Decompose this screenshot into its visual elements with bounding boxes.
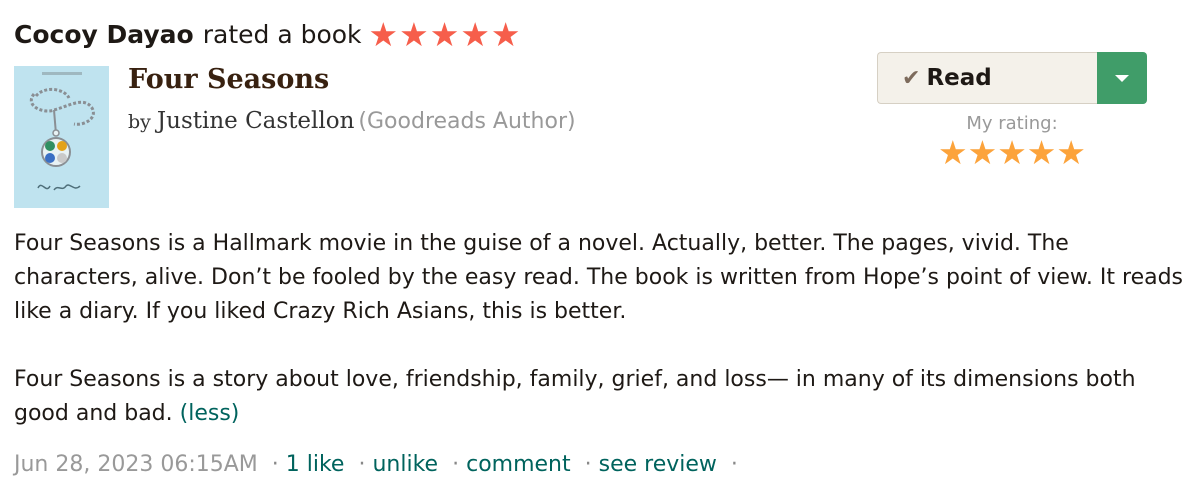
star-icon[interactable]: ★ [997, 136, 1027, 169]
star-icon[interactable]: ★ [1027, 136, 1057, 169]
separator-dot: · [584, 452, 592, 477]
review-paragraph: Four Seasons is a Hallmark movie in the … [14, 231, 1184, 324]
shelf-button-group: ✔ Read [877, 52, 1147, 104]
star-icon[interactable]: ★ [938, 136, 968, 169]
my-rating-stars: ★ ★ ★ ★ ★ [877, 136, 1147, 169]
star-icon: ★ [399, 14, 429, 54]
separator-dot: · [271, 452, 279, 477]
star-icon[interactable]: ★ [968, 136, 998, 169]
author-role-tag: (Goodreads Author) [358, 109, 576, 134]
unlike-link[interactable]: unlike [372, 452, 438, 477]
caret-down-icon [1115, 74, 1129, 82]
star-icon[interactable]: ★ [1056, 136, 1086, 169]
activity-star-rating: ★ ★ ★ ★ ★ [369, 18, 521, 51]
activity-action-text: rated a book [202, 19, 362, 49]
shelf-dropdown-button[interactable] [1097, 52, 1147, 104]
see-review-link[interactable]: see review [599, 452, 717, 477]
review-paragraph: Four Seasons is a story about love, frie… [14, 363, 1190, 431]
less-link[interactable]: (less) [180, 401, 240, 426]
star-icon: ★ [429, 14, 460, 54]
checkmark-icon: ✔ [902, 65, 921, 91]
review-footer: Jun 28, 2023 06:15AM · 1 like · unlike · co… [14, 452, 745, 477]
star-icon: ★ [368, 14, 399, 54]
shelf-status-button[interactable]: ✔ Read [877, 52, 1097, 104]
book-cover-image[interactable] [14, 66, 109, 208]
separator-dot: · [730, 452, 738, 477]
book-title-link[interactable]: Four Seasons [128, 64, 329, 95]
book-byline: by Justine Castellon (Goodreads Author) [128, 108, 576, 134]
likes-count-link[interactable]: 1 like [286, 452, 345, 477]
star-icon: ★ [460, 14, 490, 54]
star-icon: ★ [490, 14, 521, 54]
shelf-status-label: Read [926, 65, 992, 91]
timestamp: Jun 28, 2023 06:15AM [14, 452, 258, 477]
separator-dot: · [452, 452, 460, 477]
by-label: by [128, 111, 151, 133]
my-rating-label: My rating: [966, 113, 1058, 134]
separator-dot: · [358, 452, 366, 477]
review-text: Four Seasons is a Hallmark movie in the … [14, 227, 1190, 431]
user-name-link[interactable]: Cocoy Dayao [14, 20, 194, 49]
activity-headline: Cocoy Dayao rated a book ★ ★ ★ ★ ★ [14, 14, 521, 54]
comment-link[interactable]: comment [466, 452, 571, 477]
author-name-link[interactable]: Justine Castellon [157, 108, 355, 134]
